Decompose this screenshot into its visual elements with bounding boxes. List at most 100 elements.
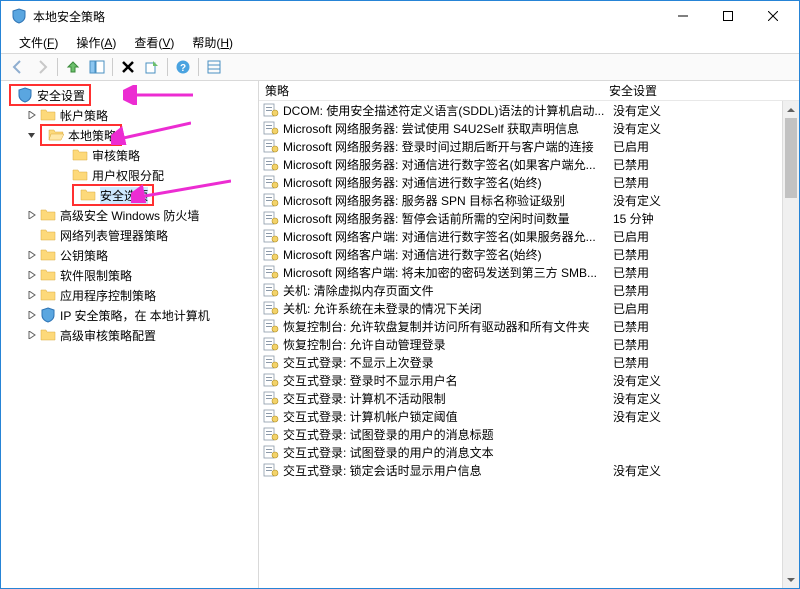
list-row[interactable]: 交互式登录: 试图登录的用户的消息文本 (259, 443, 782, 461)
col-setting-header[interactable]: 安全设置 (609, 82, 799, 99)
tree-item-options[interactable]: 安全选项 (7, 185, 258, 205)
policy-setting: 已禁用 (609, 282, 782, 299)
list-row[interactable]: 交互式登录: 登录时不显示用户名没有定义 (259, 371, 782, 389)
tree-item-audit[interactable]: 审核策略 (7, 145, 258, 165)
list-row[interactable]: 交互式登录: 锁定会话时显示用户信息没有定义 (259, 461, 782, 479)
policy-name: 交互式登录: 锁定会话时显示用户信息 (283, 462, 609, 479)
list-row[interactable]: 交互式登录: 试图登录的用户的消息标题 (259, 425, 782, 443)
policy-setting: 没有定义 (609, 390, 782, 407)
back-button[interactable] (7, 56, 29, 78)
expand-icon[interactable] (25, 288, 39, 302)
policy-name: Microsoft 网络客户端: 对通信进行数字签名(始终) (283, 246, 609, 263)
tree-item-firewall[interactable]: 高级安全 Windows 防火墙 (7, 205, 258, 225)
policy-setting: 已禁用 (609, 318, 782, 335)
expand-icon[interactable] (25, 108, 39, 122)
menu-file[interactable]: 文件(F) (19, 34, 58, 51)
policy-icon (263, 138, 279, 154)
list-row[interactable]: 交互式登录: 计算机不活动限制没有定义 (259, 389, 782, 407)
policy-setting: 没有定义 (609, 120, 782, 137)
folder-icon (40, 247, 56, 263)
titlebar: 本地安全策略 (1, 1, 799, 31)
tree-label: 公钥策略 (60, 247, 108, 264)
svg-text:?: ? (180, 63, 186, 74)
tree-item-netlist[interactable]: 网络列表管理器策略 (7, 225, 258, 245)
policy-icon (263, 462, 279, 478)
close-button[interactable] (750, 1, 795, 31)
policy-icon (263, 336, 279, 352)
expand-icon[interactable] (25, 248, 39, 262)
tree-pane[interactable]: 安全设置 帐户策略 本地策略 审核策略 (7, 81, 259, 588)
list-row[interactable]: Microsoft 网络客户端: 对通信进行数字签名(始终)已禁用 (259, 245, 782, 263)
shield-icon (40, 307, 56, 323)
policy-setting: 已启用 (609, 228, 782, 245)
expand-icon[interactable] (25, 268, 39, 282)
list-row[interactable]: 交互式登录: 计算机帐户锁定阈值没有定义 (259, 407, 782, 425)
menu-help[interactable]: 帮助(H) (192, 34, 233, 51)
scroll-thumb[interactable] (785, 118, 797, 198)
scroll-track[interactable] (783, 118, 799, 571)
menu-view[interactable]: 查看(V) (134, 34, 174, 51)
list-row[interactable]: Microsoft 网络服务器: 对通信进行数字签名(始终)已禁用 (259, 173, 782, 191)
folder-icon (80, 187, 96, 203)
list-row[interactable]: 恢复控制台: 允许软盘复制并访问所有驱动器和所有文件夹已禁用 (259, 317, 782, 335)
delete-button[interactable] (117, 56, 139, 78)
folder-icon (40, 327, 56, 343)
tree-item-ipsec[interactable]: IP 安全策略，在 本地计算机 (7, 305, 258, 325)
tree-label: 应用程序控制策略 (60, 287, 156, 304)
list-view-button[interactable] (203, 56, 225, 78)
collapse-icon[interactable] (25, 128, 39, 142)
list-row[interactable]: 恢复控制台: 允许自动管理登录已禁用 (259, 335, 782, 353)
policy-name: Microsoft 网络客户端: 对通信进行数字签名(如果服务器允... (283, 228, 609, 245)
scroll-down-button[interactable] (783, 571, 799, 588)
minimize-button[interactable] (660, 1, 705, 31)
expand-icon[interactable] (25, 208, 39, 222)
list-row[interactable]: Microsoft 网络服务器: 登录时间过期后断开与客户端的连接已启用 (259, 137, 782, 155)
scroll-up-button[interactable] (783, 101, 799, 118)
tree-item-advaudit[interactable]: 高级审核策略配置 (7, 325, 258, 345)
scrollbar-vertical[interactable] (782, 101, 799, 588)
tree-label: 高级审核策略配置 (60, 327, 156, 344)
tree-item-pubkey[interactable]: 公钥策略 (7, 245, 258, 265)
tree-label: 本地策略 (68, 127, 116, 144)
list-row[interactable]: Microsoft 网络客户端: 将未加密的密码发送到第三方 SMB...已禁用 (259, 263, 782, 281)
list-row[interactable]: Microsoft 网络客户端: 对通信进行数字签名(如果服务器允...已启用 (259, 227, 782, 245)
list-row[interactable]: Microsoft 网络服务器: 尝试使用 S4U2Self 获取声明信息没有定… (259, 119, 782, 137)
tree-item-account[interactable]: 帐户策略 (7, 105, 258, 125)
policy-name: 交互式登录: 不显示上次登录 (283, 354, 609, 371)
expand-icon[interactable] (25, 308, 39, 322)
list-row[interactable]: Microsoft 网络服务器: 对通信进行数字签名(如果客户端允...已禁用 (259, 155, 782, 173)
policy-icon (263, 264, 279, 280)
list-body[interactable]: DCOM: 使用安全描述符定义语言(SDDL)语法的计算机启动...没有定义Mi… (259, 101, 782, 588)
tree-item-softrestrict[interactable]: 软件限制策略 (7, 265, 258, 285)
expand-icon[interactable] (25, 328, 39, 342)
folder-open-icon (48, 127, 64, 143)
list-row[interactable]: Microsoft 网络服务器: 服务器 SPN 目标名称验证级别没有定义 (259, 191, 782, 209)
show-hide-tree-button[interactable] (86, 56, 108, 78)
policy-setting: 已禁用 (609, 246, 782, 263)
policy-icon (263, 246, 279, 262)
policy-icon (263, 174, 279, 190)
list-row[interactable]: Microsoft 网络服务器: 暂停会话前所需的空闲时间数量15 分钟 (259, 209, 782, 227)
list-row[interactable]: 关机: 允许系统在未登录的情况下关闭已启用 (259, 299, 782, 317)
list-pane: 策略 安全设置 DCOM: 使用安全描述符定义语言(SDDL)语法的计算机启动.… (259, 81, 799, 588)
policy-icon (263, 444, 279, 460)
forward-button[interactable] (31, 56, 53, 78)
tree-item-rights[interactable]: 用户权限分配 (7, 165, 258, 185)
tree-item-local[interactable]: 本地策略 (7, 125, 258, 145)
tree-label: 帐户策略 (60, 107, 108, 124)
up-button[interactable] (62, 56, 84, 78)
help-button[interactable]: ? (172, 56, 194, 78)
folder-icon (40, 227, 56, 243)
maximize-button[interactable] (705, 1, 750, 31)
list-row[interactable]: DCOM: 使用安全描述符定义语言(SDDL)语法的计算机启动...没有定义 (259, 101, 782, 119)
menubar: 文件(F) 操作(A) 查看(V) 帮助(H) (1, 31, 799, 53)
tree-item-appctrl[interactable]: 应用程序控制策略 (7, 285, 258, 305)
menu-action[interactable]: 操作(A) (76, 34, 116, 51)
policy-icon (263, 300, 279, 316)
tree-root[interactable]: 安全设置 (7, 85, 258, 105)
list-row[interactable]: 关机: 清除虚拟内存页面文件已禁用 (259, 281, 782, 299)
export-button[interactable] (141, 56, 163, 78)
list-row[interactable]: 交互式登录: 不显示上次登录已禁用 (259, 353, 782, 371)
col-policy-header[interactable]: 策略 (259, 82, 609, 99)
policy-name: 关机: 清除虚拟内存页面文件 (283, 282, 609, 299)
